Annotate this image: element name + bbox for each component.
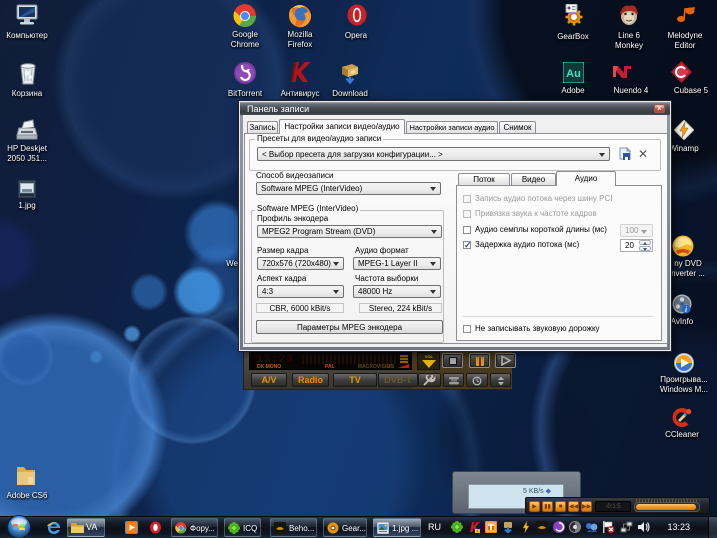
svg-text:!: ! (477, 529, 478, 534)
svg-text:Au: Au (566, 68, 581, 80)
